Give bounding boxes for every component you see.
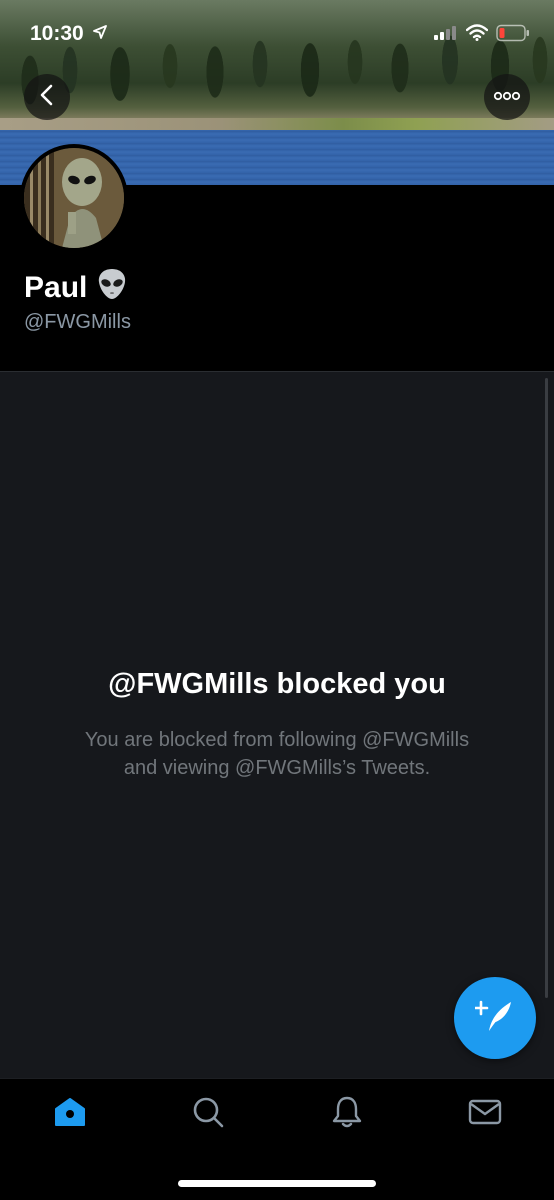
battery-low-icon (496, 24, 530, 47)
nav-home-button[interactable] (52, 1096, 88, 1132)
search-icon (192, 1096, 224, 1133)
status-bar: 10:30 (0, 0, 554, 60)
status-time: 10:30 (30, 22, 84, 45)
nav-notifications-button[interactable] (329, 1096, 365, 1132)
home-icon (54, 1097, 86, 1132)
profile-name: Paul (24, 268, 127, 308)
more-options-button[interactable] (484, 74, 530, 120)
blocked-content-area (0, 371, 554, 1078)
blocked-title: @FWGMills blocked you (108, 668, 446, 700)
avatar[interactable] (20, 144, 128, 252)
profile-name-text: Paul (24, 271, 88, 304)
nav-search-button[interactable] (190, 1096, 226, 1132)
back-button[interactable] (24, 74, 70, 120)
mail-icon (468, 1098, 502, 1131)
blocked-description-line-1: You are blocked from following @FWGMills (84, 729, 470, 751)
wifi-icon (465, 24, 489, 46)
bell-icon (331, 1095, 363, 1134)
location-arrow-icon (93, 25, 107, 44)
nav-messages-button[interactable] (467, 1096, 503, 1132)
blocked-description: You are blocked from following @FWGMills… (0, 726, 554, 782)
home-indicator[interactable] (178, 1180, 376, 1187)
compose-tweet-button[interactable] (454, 977, 536, 1059)
blocked-description-line-2: and viewing @FWGMills’s Tweets. (123, 757, 431, 779)
chevron-left-icon (38, 84, 56, 111)
alien-portrait-image (24, 148, 124, 248)
more-icon (493, 88, 521, 106)
profile-handle: @FWGMills (24, 311, 131, 333)
alien-emoji-icon (97, 268, 127, 308)
compose-tweet-icon (473, 998, 515, 1039)
cellular-signal-icon (434, 26, 458, 45)
